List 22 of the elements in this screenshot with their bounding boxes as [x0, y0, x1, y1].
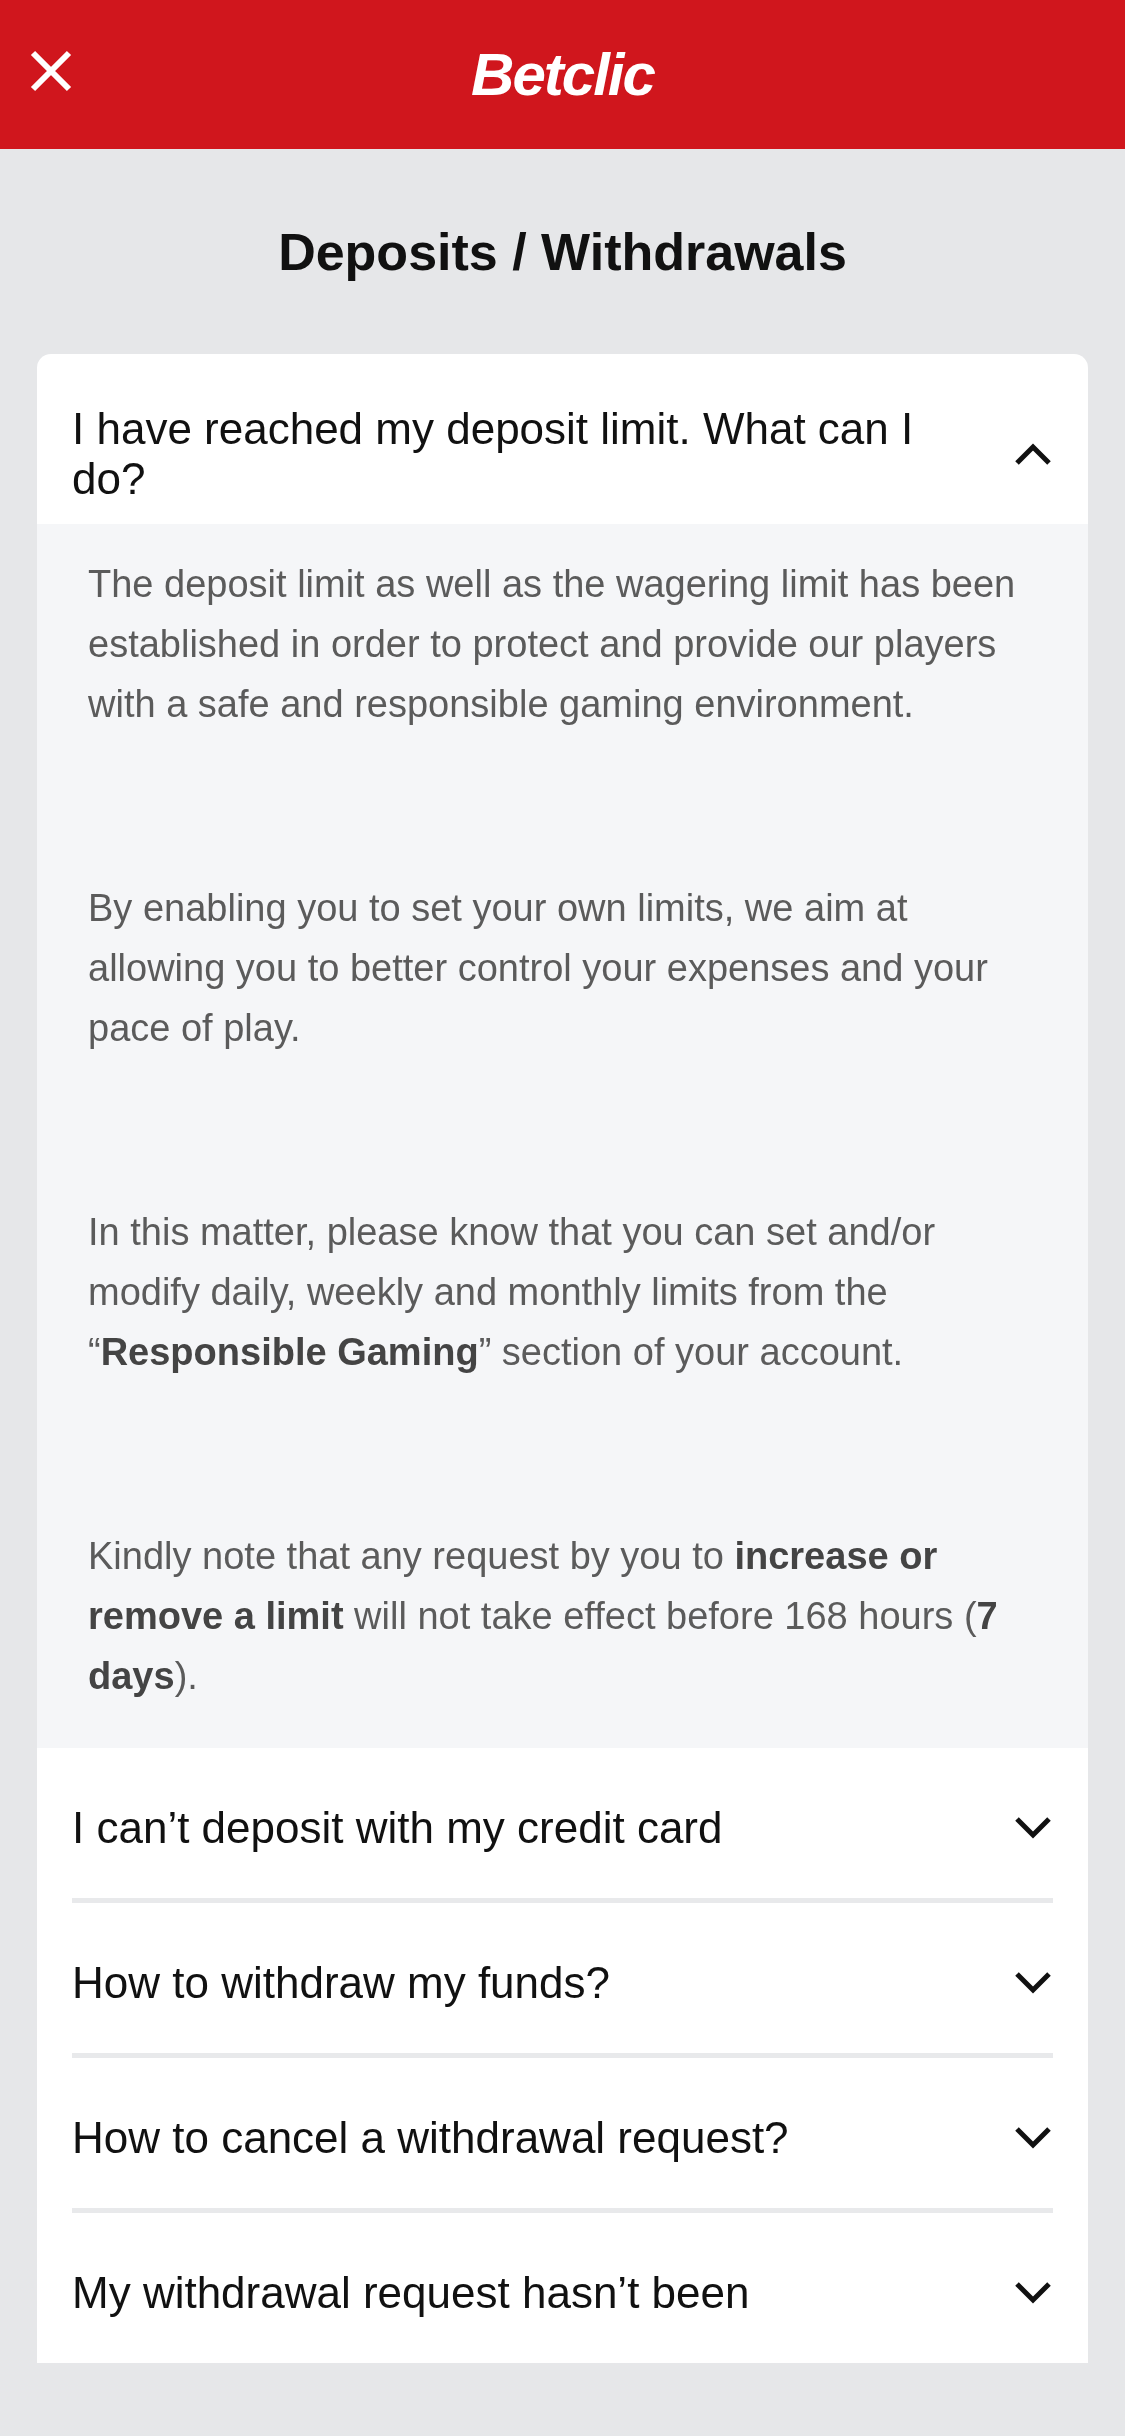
answer-paragraph: The deposit limit as well as the wagering limit has been established in order to protect and provide our players with a safe and responsible gaming environment. — [88, 562, 1017, 727]
chevron-up-icon — [1014, 442, 1052, 466]
answer-paragraph: Kindly note that any request by you to increase or remove a limit will not take effect before 168 hours (7 days). — [88, 1534, 999, 1699]
page-title: Deposits / Withdrawals — [278, 221, 847, 283]
answer-paragraph: By enabling you to set your own limits, we aim at allowing you to better control your expenses and your pace of play. — [88, 886, 989, 1051]
question-text: How to cancel a withdrawal request? — [72, 2113, 789, 2163]
chevron-down-icon — [1014, 1971, 1052, 1995]
faq-question[interactable]: How to cancel a withdrawal request? — [37, 2058, 1088, 2208]
faq-question[interactable]: My withdrawal request hasn’t been — [37, 2213, 1088, 2363]
question-text: I can’t deposit with my credit card — [72, 1803, 723, 1853]
question-text: I have reached my deposit limit. What can I do? — [72, 404, 915, 504]
chevron-down-icon — [1014, 2126, 1052, 2150]
question-text: How to withdraw my funds? — [72, 1958, 610, 2008]
answer-paragraph: In this matter, please know that you can set and/or modify daily, weekly and monthly limits from the “Responsible Gaming” section of your account. — [88, 1210, 937, 1375]
chevron-down-icon — [1014, 1816, 1052, 1840]
chevron-down-icon — [1014, 2281, 1052, 2305]
faq-question[interactable]: I can’t deposit with my credit card — [37, 1748, 1088, 1898]
question-text: My withdrawal request hasn’t been — [72, 2268, 750, 2318]
faq-question[interactable]: How to withdraw my funds? — [37, 1903, 1088, 2053]
close-icon — [29, 49, 73, 93]
faq-question[interactable]: I have reached my deposit limit. What can I do? — [37, 354, 1088, 524]
logo: Betclic — [471, 44, 654, 105]
